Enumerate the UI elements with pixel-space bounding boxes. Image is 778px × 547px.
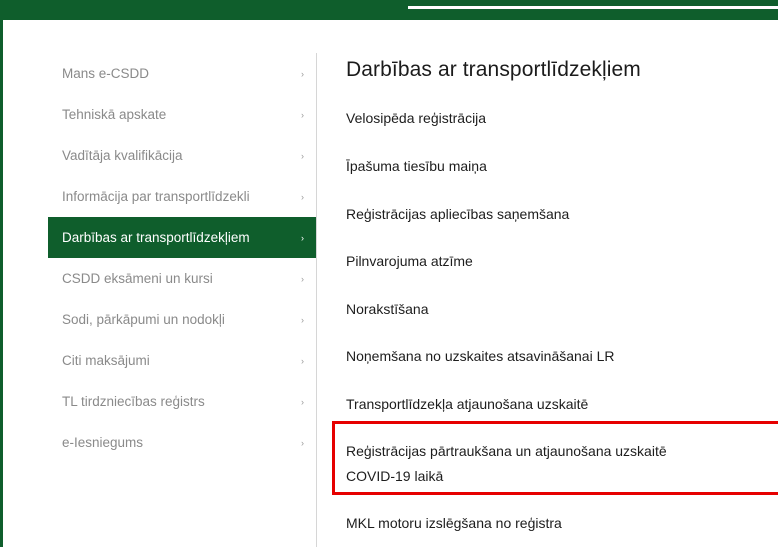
sidebar-item-tehniska-apskate[interactable]: Tehniskā apskate › (48, 94, 316, 135)
sidebar-item-label: Vadītāja kvalifikācija (62, 148, 183, 163)
sidebar-item-darbibas-active[interactable]: Darbības ar transportlīdzekļiem › (48, 217, 316, 258)
sidebar-divider (316, 53, 317, 547)
sidebar-item-label: Tehniskā apskate (62, 107, 167, 122)
link-registracijas-partrauksana-line2[interactable]: COVID-19 laikā (346, 464, 443, 488)
sidebar-item-vaditaja-kvalifikacija[interactable]: Vadītāja kvalifikācija › (48, 135, 316, 176)
link-velosipeda-registracija[interactable]: Velosipēda reģistrācija (346, 106, 486, 130)
link-registracijas-partrauksana-line1[interactable]: Reģistrācijas pārtraukšana un atjaunošan… (346, 439, 667, 463)
sidebar-item-label: Informācija par transportlīdzekli (62, 189, 250, 204)
sidebar-item-label: TL tirdzniecības reģistrs (62, 394, 205, 409)
sidebar-item-label: Citi maksājumi (62, 353, 150, 368)
chevron-right-icon: › (301, 232, 304, 243)
sidebar-item-label: Mans e-CSDD (62, 66, 150, 81)
chevron-right-icon: › (301, 355, 304, 366)
sidebar-item-sodi[interactable]: Sodi, pārkāpumi un nodokļi › (48, 299, 316, 340)
link-mkl-motoru-izslegsana[interactable]: MKL motoru izslēgšana no reģistra (346, 511, 562, 535)
link-registracijas-apliecibas[interactable]: Reģistrācijas apliecības saņemšana (346, 202, 569, 226)
sidebar-item-mans-ecsdd[interactable]: Mans e-CSDD › (48, 53, 316, 94)
sidebar-item-tl-registrs[interactable]: TL tirdzniecības reģistrs › (48, 381, 316, 422)
main-content: Darbības ar transportlīdzekļiem Velosipē… (346, 53, 778, 531)
chevron-right-icon: › (301, 314, 304, 325)
sidebar-item-label: Darbības ar transportlīdzekļiem (62, 230, 250, 245)
link-pilnvarojuma-atzime[interactable]: Pilnvarojuma atzīme (346, 249, 473, 273)
sidebar-nav: Mans e-CSDD › Tehniskā apskate › Vadītāj… (48, 53, 316, 463)
chevron-right-icon: › (301, 396, 304, 407)
link-ipasuma-tiesibu-maina[interactable]: Īpašuma tiesību maiņa (346, 154, 487, 178)
chevron-right-icon: › (301, 273, 304, 284)
left-border (0, 20, 3, 547)
link-nonemsana-no-uzskaites[interactable]: Noņemšana no uzskaites atsavināšanai LR (346, 344, 615, 368)
sidebar-item-informacija[interactable]: Informācija par transportlīdzekli › (48, 176, 316, 217)
top-header-bar (0, 0, 778, 20)
chevron-right-icon: › (301, 437, 304, 448)
sidebar-item-eksameni[interactable]: CSDD eksāmeni un kursi › (48, 258, 316, 299)
header-accent-line (408, 6, 778, 9)
sidebar-item-label: e-Iesniegums (62, 435, 144, 450)
page-title: Darbības ar transportlīdzekļiem (346, 58, 641, 81)
chevron-right-icon: › (301, 68, 304, 79)
sidebar-item-label: Sodi, pārkāpumi un nodokļi (62, 312, 225, 327)
link-transportlidzekla-atjaunosana[interactable]: Transportlīdzekļa atjaunošana uzskaitē (346, 392, 588, 416)
sidebar-item-citi-maksajumi[interactable]: Citi maksājumi › (48, 340, 316, 381)
chevron-right-icon: › (301, 191, 304, 202)
chevron-right-icon: › (301, 109, 304, 120)
sidebar-item-e-iesniegums[interactable]: e-Iesniegums › (48, 422, 316, 463)
link-norakstisana[interactable]: Norakstīšana (346, 297, 428, 321)
chevron-right-icon: › (301, 150, 304, 161)
sidebar-item-label: CSDD eksāmeni un kursi (62, 271, 213, 286)
